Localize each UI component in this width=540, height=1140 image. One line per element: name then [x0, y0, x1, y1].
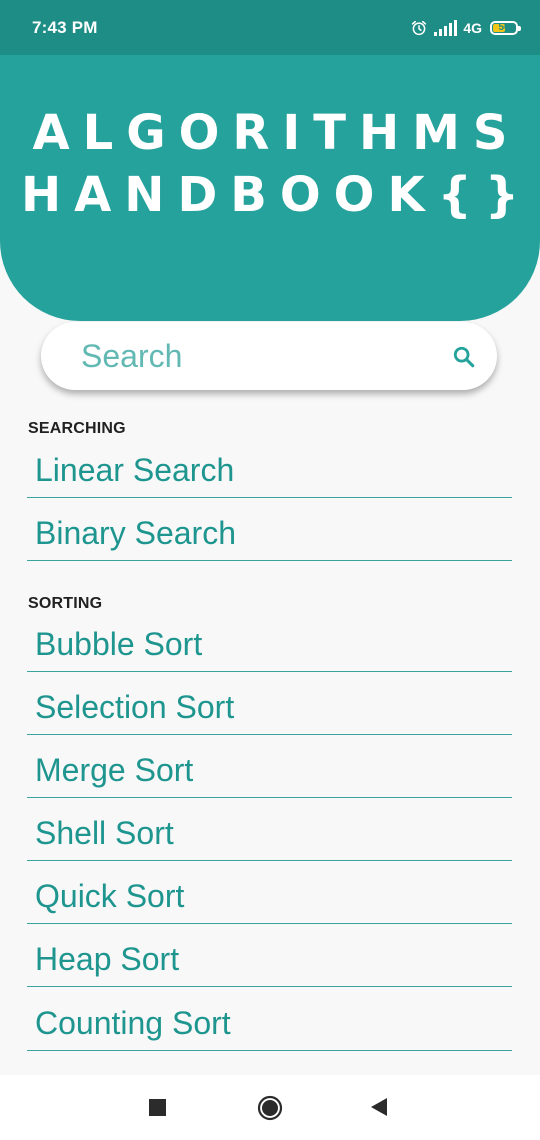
status-time: 7:43 PM	[32, 18, 98, 37]
search-bar[interactable]	[41, 322, 497, 390]
list-item-label: Linear Search	[35, 452, 235, 488]
search-icon[interactable]	[450, 343, 478, 371]
status-bar: 7:43 PM 4G 50	[0, 0, 540, 55]
list-item-merge-sort[interactable]: Merge Sort	[27, 735, 512, 798]
search-input[interactable]	[79, 330, 443, 382]
list-item-label: Counting Sort	[35, 1005, 231, 1041]
alarm-icon	[412, 20, 427, 36]
list-item-label: Merge Sort	[35, 752, 194, 788]
list-item-label: Quick Sort	[35, 878, 185, 914]
title-line-2: HANDBOOK{}	[20, 167, 533, 223]
signal-icon	[434, 20, 458, 36]
back-icon[interactable]	[370, 1097, 388, 1117]
network-type: 4G	[463, 20, 482, 36]
list-item-label: Selection Sort	[35, 689, 235, 725]
list-item-binary-search[interactable]: Binary Search	[27, 498, 512, 561]
list-item-label: Bubble Sort	[35, 626, 203, 662]
battery-icon: 50	[490, 21, 521, 35]
list-item-selection-sort[interactable]: Selection Sort	[27, 672, 512, 735]
app-screen: 7:43 PM 4G 50 ALGORITHMS HANDBOOK{} Sear…	[0, 0, 540, 1140]
list-item-bubble-sort[interactable]: Bubble Sort	[27, 609, 512, 672]
list-item-label: Heap Sort	[35, 941, 180, 977]
list-item-label: Shell Sort	[35, 815, 174, 851]
list-item-counting-sort[interactable]: Counting Sort	[27, 988, 512, 1051]
list-item-quick-sort[interactable]: Quick Sort	[27, 861, 512, 924]
list-item-heap-sort[interactable]: Heap Sort	[27, 924, 512, 987]
list-item-shell-sort[interactable]: Shell Sort	[27, 798, 512, 861]
app-title: ALGORITHMS HANDBOOK{}	[0, 102, 540, 226]
battery-level: 50	[498, 22, 510, 33]
home-icon[interactable]	[257, 1095, 283, 1121]
list-item-linear-search[interactable]: Linear Search	[27, 435, 512, 498]
app-header: ALGORITHMS HANDBOOK{}	[0, 55, 540, 321]
status-icons: 4G 50	[410, 16, 521, 40]
system-nav-bar	[0, 1075, 540, 1140]
recents-icon[interactable]	[149, 1099, 166, 1116]
title-line-1: ALGORITHMS	[32, 105, 521, 161]
list-item-label: Binary Search	[35, 515, 236, 551]
